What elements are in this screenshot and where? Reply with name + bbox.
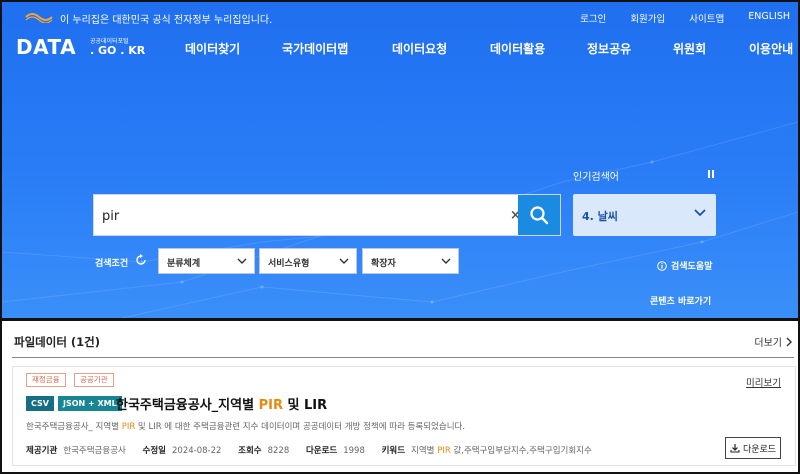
downloads-label: 다운로드 (305, 446, 338, 456)
signup-link[interactable]: 회원가입 (630, 11, 665, 25)
filter-extension-label: 확장자 (371, 259, 396, 269)
downloads-value: 1998 (343, 446, 365, 456)
nav-find-data[interactable]: 데이터찾기 (185, 40, 240, 57)
gov-notice-text: 이 누리집은 대한민국 공식 전자정부 누리집입니다. (60, 15, 273, 26)
keywords-label: 키워드 (381, 446, 406, 456)
top-utility-bar: 이 누리집은 대한민국 공식 전자정부 누리집입니다. 로그인 회원가입 사이트… (2, 2, 798, 32)
keywords-text: 지역별 (411, 446, 438, 456)
chevron-down-icon (694, 209, 706, 217)
site-logo[interactable]: DATA 공공데이터포털 . GO . KR (16, 35, 145, 59)
popular-keyword-current: 4. 날씨 (582, 210, 618, 223)
nav-guide[interactable]: 이용안내 (749, 40, 793, 57)
reset-icon[interactable] (135, 254, 147, 266)
result-meta: 제공기관 한국주택금융공사 수정일 2024-08-22 조회수 8228 다운로드 1… (26, 444, 592, 456)
chevron-down-icon (441, 258, 451, 264)
section-underline (12, 357, 794, 358)
filter-service-type-select[interactable]: 서비스유형 (259, 248, 357, 274)
chevron-down-icon (339, 258, 349, 264)
nav-committee[interactable]: 위원회 (673, 40, 706, 57)
provider-label: 제공기관 (26, 446, 58, 456)
title-highlight: PIR (258, 398, 283, 413)
search-icon (530, 206, 549, 225)
more-link[interactable]: 더보기 (754, 334, 792, 349)
search-condition-label: 검색조건 (95, 259, 129, 269)
download-button[interactable]: 다운로드 (725, 437, 781, 459)
logo-data-text: DATA (16, 35, 77, 59)
download-icon (730, 444, 740, 453)
filter-service-type-label: 서비스유형 (268, 259, 310, 269)
popular-keywords-label: 인기검색어 (573, 172, 619, 183)
modified-value: 2024-08-22 (172, 446, 222, 456)
desc-highlight: PIR (121, 422, 136, 432)
page-frame: 이 누리집은 대한민국 공식 전자정부 누리집입니다. 로그인 회원가입 사이트… (0, 0, 800, 474)
nav-data-request[interactable]: 데이터요청 (392, 40, 447, 57)
format-badge-csv: CSV (26, 396, 54, 411)
filter-extension-select[interactable]: 확장자 (362, 248, 459, 274)
hero-banner: 이 누리집은 대한민국 공식 전자정부 누리집입니다. 로그인 회원가입 사이트… (2, 2, 798, 318)
nav-info-share[interactable]: 정보공유 (587, 40, 631, 57)
modified-label: 수정일 (142, 446, 167, 456)
org-type-badge: 공공기관 (74, 373, 114, 387)
keywords-value: 지역별 PIR 값,주택구입부담지수,주택구입기회지수 (411, 446, 592, 456)
result-description: 한국주택금융공사_ 지역별 PIR 및 LIR 에 대한 주택금융관련 지수 데… (26, 420, 465, 432)
logo-gokr-text: . GO . KR (90, 44, 146, 57)
preview-link[interactable]: 미리보기 (746, 375, 781, 389)
nav-national-data-map[interactable]: 국가데이터맵 (282, 40, 348, 57)
filter-category-label: 분류체계 (167, 259, 201, 269)
nav-data-usage[interactable]: 데이터활용 (490, 40, 545, 57)
category-badge: 재정금융 (26, 373, 66, 387)
search-help-link[interactable]: 검색도움말 (657, 259, 712, 272)
views-label: 조회수 (238, 446, 262, 456)
desc-text: 한국주택금융공사_ 지역별 (26, 422, 122, 432)
title-text-suffix: 및 LIR (282, 398, 328, 413)
provider-value: 한국주택금융공사 (63, 446, 126, 456)
utility-links: 로그인 회원가입 사이트맵 ENGLISH (556, 11, 790, 25)
file-data-section-title: 파일데이터 (1건) (14, 335, 100, 349)
search-button[interactable] (518, 195, 560, 235)
keywords-text-suffix: 값,주택구입부담지수,주택구입기회지수 (450, 446, 592, 456)
desc-text-suffix: 및 LIR 에 대한 주택금융관련 지수 데이터이며 공공데이터 개방 정책에 … (135, 422, 466, 432)
korea-gov-logo-icon (25, 13, 53, 23)
views-value: 8228 (267, 446, 290, 456)
search-help-label: 검색도움말 (671, 262, 713, 272)
keywords-highlight: PIR (437, 446, 451, 456)
results-section: 파일데이터 (1건) 더보기 재정금융 공공기관 미리보기 CSV JSON +… (2, 321, 798, 472)
format-badge-json-xml: JSON + XML (58, 396, 122, 411)
download-label: 다운로드 (742, 444, 777, 455)
more-label: 더보기 (754, 338, 782, 349)
filter-category-select[interactable]: 분류체계 (158, 248, 255, 274)
chevron-right-icon (786, 337, 792, 346)
popular-keywords-dropdown[interactable]: 4. 날씨 (573, 194, 716, 236)
search-input[interactable] (102, 205, 502, 227)
chevron-down-icon (237, 258, 247, 264)
title-text: 한국주택금융공사_지역별 (116, 398, 259, 413)
result-title-link[interactable]: 한국주택금융공사_지역별 PIR 및 LIR (116, 394, 327, 413)
info-icon (657, 260, 667, 271)
result-item: 재정금융 공공기관 미리보기 CSV JSON + XML 한국주택금융공사_지… (12, 366, 796, 466)
search-box: × (93, 194, 561, 236)
english-link[interactable]: ENGLISH (748, 11, 790, 25)
contents-shortcut-link[interactable]: 콘텐츠 바로가기 (650, 294, 711, 307)
sitemap-link[interactable]: 사이트맵 (689, 11, 724, 25)
pause-icon[interactable] (708, 170, 714, 178)
login-link[interactable]: 로그인 (580, 11, 606, 25)
